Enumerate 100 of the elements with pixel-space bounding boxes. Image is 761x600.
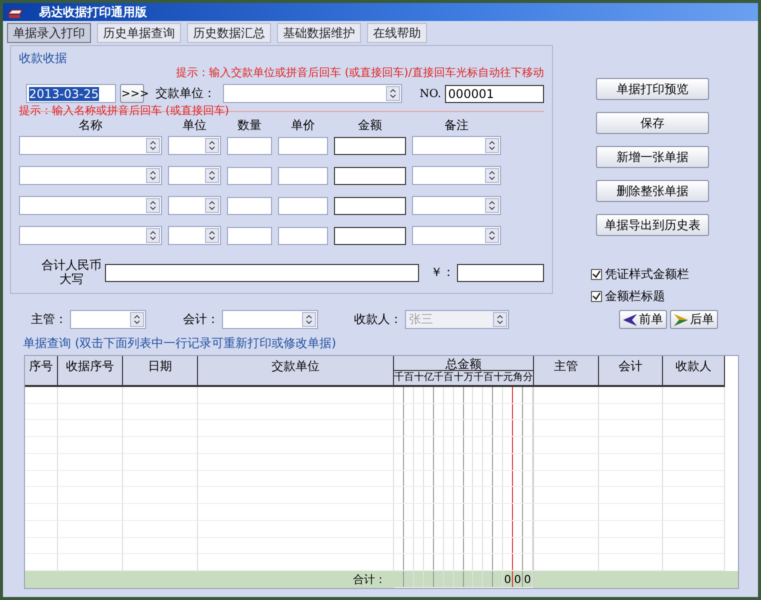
- note-dropdown[interactable]: [412, 136, 501, 155]
- tab[interactable]: 单据录入打印: [7, 23, 91, 43]
- column-header: 单价: [291, 117, 315, 134]
- amount-field[interactable]: [334, 166, 406, 184]
- name-dropdown[interactable]: [19, 166, 162, 185]
- table-cell: [599, 520, 663, 538]
- checkbox[interactable]: [591, 291, 602, 302]
- table-cell: [663, 504, 725, 521]
- amount-field[interactable]: [334, 196, 406, 214]
- action-button[interactable]: 单据打印预览: [596, 78, 709, 100]
- price-field[interactable]: [278, 166, 328, 184]
- unit-dropdown[interactable]: [168, 226, 221, 245]
- table-cell: [663, 387, 725, 404]
- quantity-field[interactable]: [227, 136, 272, 154]
- table-cell: [534, 437, 599, 454]
- column-header: 主管: [534, 356, 599, 385]
- name-dropdown[interactable]: [19, 196, 162, 215]
- name-dropdown[interactable]: [19, 226, 162, 245]
- unit-dropdown[interactable]: [168, 136, 221, 155]
- quantity-field[interactable]: [227, 226, 272, 244]
- tab[interactable]: 历史数据汇总: [187, 23, 271, 43]
- quantity-field[interactable]: [227, 166, 272, 184]
- table-cell: [58, 487, 123, 504]
- price-field[interactable]: [278, 226, 328, 244]
- table-cell: [25, 520, 58, 538]
- amount-words-field[interactable]: [104, 264, 420, 282]
- signer-dropdown[interactable]: [222, 310, 318, 329]
- unit-label: 百: [444, 371, 454, 385]
- date-field[interactable]: 2013-03-25: [26, 84, 116, 103]
- amount-field[interactable]: [334, 226, 406, 244]
- table-cell: [663, 437, 725, 454]
- number-field[interactable]: 000001: [445, 84, 544, 102]
- price-field[interactable]: [278, 136, 328, 154]
- checkbox-label[interactable]: 凭证样式金额栏: [605, 266, 689, 283]
- table-cell: [534, 387, 599, 404]
- column-header: 总金额: [394, 356, 533, 371]
- table-cell: [25, 454, 58, 471]
- unit-label: 十: [493, 371, 504, 385]
- table-cell: [25, 404, 58, 420]
- column-header: 备注: [444, 117, 468, 134]
- tab[interactable]: 在线帮助: [367, 23, 427, 43]
- table-cell: [58, 538, 123, 554]
- unit-label: 万: [464, 371, 474, 385]
- total-digit: 0: [504, 572, 512, 586]
- total-label: 合计人民币大写: [41, 259, 102, 287]
- check-icon: [592, 270, 601, 279]
- note-dropdown[interactable]: [412, 196, 501, 215]
- quantity-field[interactable]: [227, 196, 272, 214]
- action-button[interactable]: 新增一张单据: [596, 146, 709, 168]
- unit-label: 千: [434, 371, 444, 385]
- column-header: 会计: [599, 356, 663, 385]
- table-cell: [534, 404, 599, 420]
- unit-dropdown[interactable]: [168, 166, 221, 185]
- table-cell: [25, 504, 58, 521]
- window-title: 易达收据打印通用版: [39, 4, 147, 20]
- field-label: 收款人：: [354, 311, 402, 328]
- table-cell: [599, 470, 663, 488]
- unit-label: 十: [454, 371, 464, 385]
- table-cell: [25, 538, 58, 554]
- table-cell: [25, 387, 58, 404]
- action-button[interactable]: 单据导出到历史表: [596, 214, 709, 236]
- note-dropdown[interactable]: [412, 166, 501, 185]
- unit-label: 角: [513, 371, 524, 385]
- action-button[interactable]: 保存: [596, 112, 709, 134]
- payer-dropdown[interactable]: [223, 84, 402, 103]
- price-field[interactable]: [278, 196, 328, 214]
- table-cell: [534, 420, 599, 438]
- table-cell: [599, 437, 663, 454]
- table-cell: [599, 504, 663, 521]
- unit-dropdown[interactable]: [168, 196, 221, 215]
- yuan-field[interactable]: [457, 264, 544, 282]
- column-header: 收据序号: [58, 356, 123, 385]
- note-dropdown[interactable]: [412, 226, 501, 245]
- tab[interactable]: 历史单据查询: [97, 23, 181, 43]
- checkbox[interactable]: [591, 269, 602, 280]
- table-cell: [663, 454, 725, 471]
- table-cell: [58, 404, 123, 420]
- checkbox-label[interactable]: 金额栏标题: [605, 288, 665, 305]
- table-cell: [58, 504, 123, 521]
- column-header: 名称: [78, 117, 102, 134]
- table-cell: [25, 487, 58, 504]
- next-button[interactable]: 后单: [670, 310, 718, 329]
- table-cell: [534, 454, 599, 471]
- table-cell: [663, 470, 725, 488]
- table-cell: [58, 387, 123, 404]
- unit-label: 千: [473, 371, 484, 385]
- table-cell: [599, 420, 663, 438]
- signer-dropdown[interactable]: [70, 310, 146, 329]
- unit-label: 百: [404, 372, 414, 385]
- table-cell: [25, 437, 58, 454]
- left-arrow-icon: [623, 314, 637, 326]
- action-button[interactable]: 删除整张单据: [596, 180, 709, 202]
- column-header: 数量: [238, 117, 262, 134]
- tab[interactable]: 基础数据维护: [277, 23, 361, 43]
- table-cell: [534, 538, 599, 554]
- name-dropdown[interactable]: [19, 136, 162, 155]
- amount-field[interactable]: [334, 136, 406, 154]
- previous-button[interactable]: 前单: [619, 310, 667, 329]
- unit-label: 分: [523, 371, 533, 385]
- table-cell: [663, 404, 725, 420]
